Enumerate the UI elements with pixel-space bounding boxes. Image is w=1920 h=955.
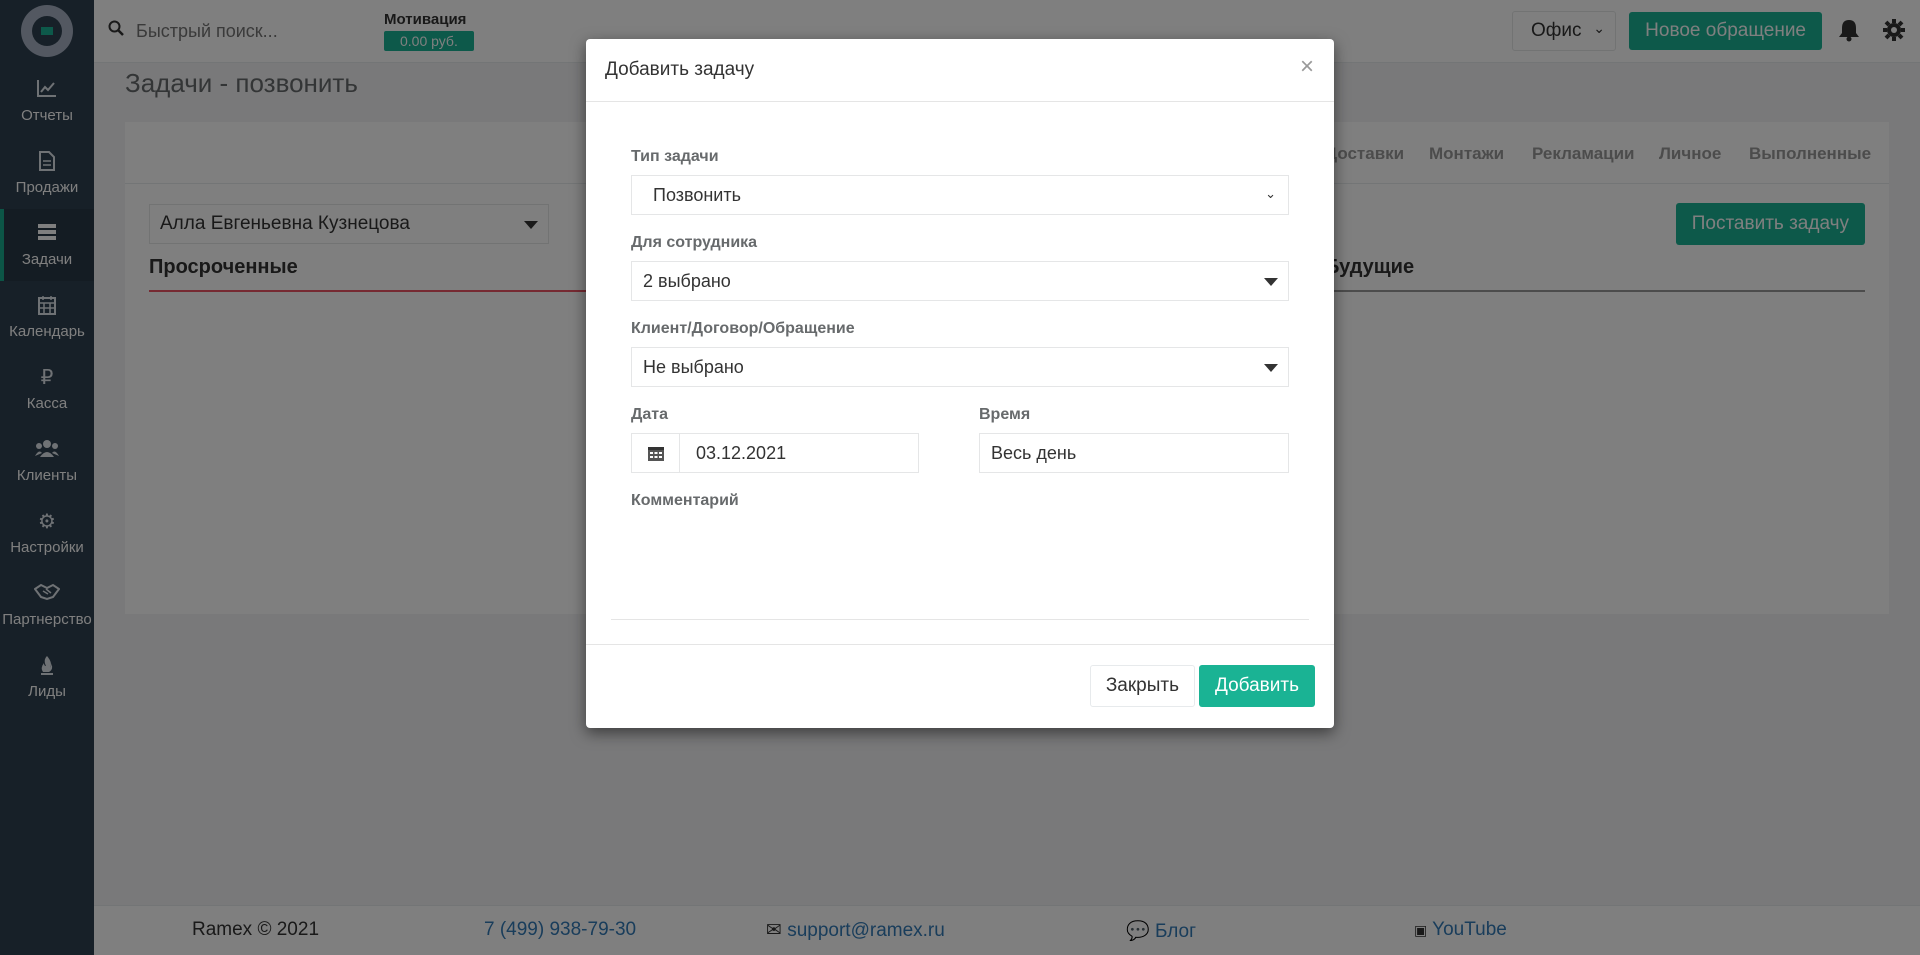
date-input[interactable]: 03.12.2021 [679,433,919,473]
comment-label: Комментарий [631,492,739,509]
caret-down-icon [1264,364,1278,372]
modal-divider [611,619,1309,620]
add-button[interactable]: Добавить [1199,665,1315,707]
task-type-label: Тип задачи [631,148,719,165]
modal-header: Добавить задачу × [586,39,1334,102]
client-label: Клиент/Договор/Обращение [631,320,855,337]
add-task-modal: Добавить задачу × Тип задачи Позвонить ⌄… [586,39,1334,728]
caret-down-icon [1264,278,1278,286]
client-select[interactable]: Не выбрано [631,347,1289,387]
close-button[interactable]: Закрыть [1089,665,1195,707]
client-select-value: Не выбрано [643,357,744,377]
modal-footer: Закрыть Добавить [586,644,1334,728]
employee-label: Для сотрудника [631,234,758,251]
date-label: Дата [631,406,669,423]
comment-textarea[interactable] [631,519,1289,609]
employee-multiselect-value: 2 выбрано [643,271,731,291]
chevron-down-icon: ⌄ [1265,186,1276,201]
modal-title: Добавить задачу [605,59,755,80]
date-input-value: 03.12.2021 [696,443,787,463]
calendar-icon [647,447,664,461]
calendar-addon[interactable] [631,433,680,473]
employee-multiselect[interactable]: 2 выбрано [631,261,1289,301]
task-type-value: Позвонить [653,185,741,205]
task-type-select[interactable]: Позвонить ⌄ [631,175,1289,215]
time-label: Время [979,406,1031,423]
time-input[interactable]: Весь день [979,433,1289,473]
close-icon[interactable]: × [1300,55,1314,79]
time-input-value: Весь день [991,443,1077,463]
